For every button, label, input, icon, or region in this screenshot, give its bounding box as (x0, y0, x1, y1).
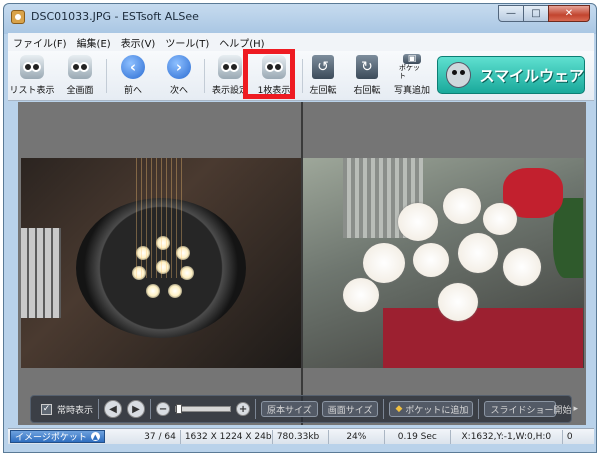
image-dimensions: 1632 X 1224 X 24b (181, 429, 273, 444)
app-window: DSC01033.JPG - ESTsoft ALSee — □ ✕ ファイル(… (3, 3, 597, 453)
always-show-label: 常時表示 (57, 405, 94, 416)
rotate-left-label: 左回転 (309, 86, 337, 96)
next-label: 次へ (169, 86, 188, 96)
window-title: DSC01033.JPG - ESTsoft ALSee (31, 10, 199, 23)
photo-right[interactable] (303, 158, 584, 368)
toolbar-separator (204, 59, 205, 93)
viewer-control-bar: ✓ 常時表示 ◀ ▶ − + 原本サイズ 画面サイズ ◆ ポケットに追加 スライ… (30, 395, 578, 423)
toolbar: リスト表示 全画面 ‹ 前へ › 次へ 表示設定 1枚表示 ↺ 左回転 ↻ 右回… (8, 51, 594, 101)
file-size: 780.33kb (273, 429, 329, 444)
chevron-up-icon: ▲ (90, 432, 100, 441)
zoom-slider[interactable] (175, 404, 232, 414)
slideshow-button[interactable]: スライドショー開始 ▸ (484, 401, 578, 417)
menu-edit[interactable]: 編集(E) (72, 35, 116, 50)
menu-bar: ファイル(F) 編集(E) 表示(V) ツール(T) ヘルプ(H) (8, 33, 594, 51)
zoom-in-button[interactable]: + (236, 402, 251, 416)
load-time: 0.19 Sec (385, 429, 451, 444)
toolbar-separator (302, 59, 303, 93)
title-bar[interactable]: DSC01033.JPG - ESTsoft ALSee — □ ✕ (4, 4, 596, 30)
original-size-button[interactable]: 原本サイズ (261, 401, 318, 417)
add-photo-button[interactable]: ▣ ポケット 写真追加 (390, 54, 434, 98)
list-view-icon (20, 55, 44, 79)
close-button[interactable]: ✕ (548, 5, 590, 22)
rotate-left-icon: ↺ (312, 55, 334, 79)
status-extra: 0 (566, 431, 573, 442)
status-bar: イメージポケット ▲ 37 / 64 1632 X 1224 X 24b 780… (8, 428, 594, 444)
fullscreen-icon (68, 55, 92, 79)
add-photo-icon: ▣ (403, 54, 421, 64)
smileware-banner[interactable]: スマイルウェア (437, 56, 585, 94)
next-image-button[interactable]: ▶ (127, 400, 146, 418)
list-view-button[interactable]: リスト表示 (9, 54, 55, 98)
zoom-out-button[interactable]: − (156, 402, 171, 416)
rotate-left-button[interactable]: ↺ 左回転 (306, 54, 340, 98)
zoom-slider-thumb[interactable] (176, 404, 183, 414)
add-photo-label: 写真追加 (393, 86, 430, 96)
image-pocket-button[interactable]: イメージポケット ▲ (10, 430, 105, 443)
minimize-button[interactable]: — (498, 5, 524, 22)
screen-size-button[interactable]: 画面サイズ (321, 401, 379, 417)
window-controls: — □ ✕ (498, 5, 590, 22)
add-to-pocket-label: ポケットに追加 (405, 405, 469, 416)
fullscreen-label: 全画面 (66, 86, 94, 96)
rotate-right-label: 右回転 (353, 86, 381, 96)
previous-button[interactable]: ‹ 前へ (116, 54, 150, 98)
next-button[interactable]: › 次へ (162, 54, 196, 98)
menu-tools[interactable]: ツール(T) (160, 35, 214, 50)
always-show-checkbox[interactable]: ✓ (41, 403, 52, 415)
fullscreen-button[interactable]: 全画面 (60, 54, 100, 98)
menu-help[interactable]: ヘルプ(H) (214, 35, 269, 50)
slideshow-label: スライドショー開始 (490, 405, 572, 416)
banner-text: スマイルウェア (479, 66, 584, 85)
previous-arrow-icon: ‹ (121, 55, 145, 79)
menu-file[interactable]: ファイル(F) (8, 35, 72, 50)
add-to-pocket-button[interactable]: ◆ ポケットに追加 (389, 401, 474, 417)
play-icon: ▸ (573, 404, 579, 414)
photo-left[interactable] (21, 158, 301, 368)
display-settings-icon (218, 55, 242, 79)
image-viewer[interactable]: ✓ 常時表示 ◀ ▶ − + 原本サイズ 画面サイズ ◆ ポケットに追加 スライ… (18, 102, 586, 425)
cursor-info: X:1632,Y:-1,W:0,H:0 (451, 429, 563, 444)
prev-image-button[interactable]: ◀ (104, 400, 123, 418)
list-view-label: リスト表示 (9, 86, 55, 96)
image-pocket-label: イメージポケット (15, 433, 87, 443)
rotate-right-icon: ↻ (356, 55, 378, 79)
mascot-icon (446, 62, 472, 88)
rotate-right-button[interactable]: ↻ 右回転 (350, 54, 384, 98)
app-logo-icon (11, 10, 25, 24)
maximize-button[interactable]: □ (523, 5, 549, 22)
single-view-highlight (243, 49, 295, 99)
pocket-badge: ポケット (399, 64, 420, 80)
menu-view[interactable]: 表示(V) (116, 35, 161, 50)
pocket-icon: ◆ (395, 404, 403, 414)
zoom-level: 24% (329, 429, 385, 444)
image-position: 37 / 64 (105, 429, 181, 444)
next-arrow-icon: › (167, 55, 191, 79)
previous-label: 前へ (123, 86, 142, 96)
toolbar-separator (106, 59, 107, 93)
